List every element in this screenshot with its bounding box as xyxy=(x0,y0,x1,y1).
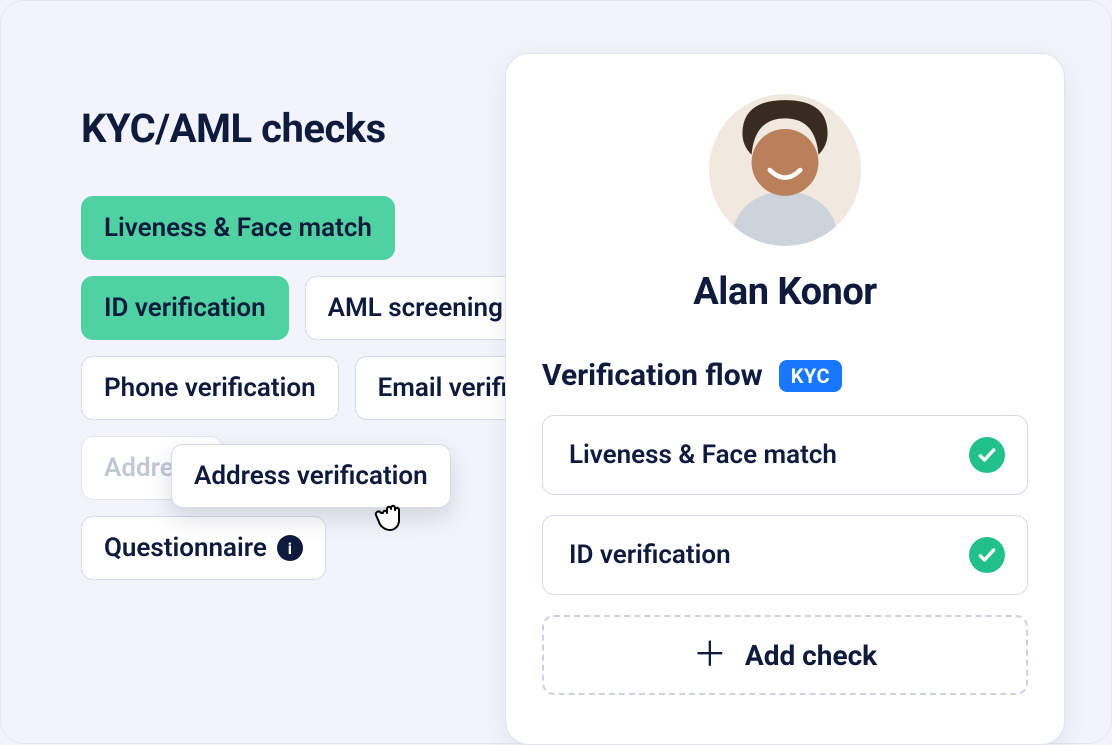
page-title: KYC/AML checks xyxy=(81,105,551,152)
avatar xyxy=(709,94,861,246)
info-icon: i xyxy=(277,535,303,561)
flow-badge-kyc: KYC xyxy=(779,360,842,392)
add-check-label: Add check xyxy=(745,639,877,672)
checkmark-icon xyxy=(969,537,1005,573)
plus-icon: ＋ xyxy=(693,638,727,672)
chip-questionnaire-label: Questionnaire xyxy=(104,533,267,563)
chip-aml-screening[interactable]: AML screening xyxy=(305,276,526,340)
checkmark-icon xyxy=(969,437,1005,473)
flow-item-label: ID verification xyxy=(569,540,731,570)
flow-item-liveness[interactable]: Liveness & Face match xyxy=(542,415,1028,495)
chip-liveness-face-match[interactable]: Liveness & Face match xyxy=(81,196,395,260)
chip-id-verification[interactable]: ID verification xyxy=(81,276,289,340)
chip-phone-verification[interactable]: Phone verification xyxy=(81,356,339,420)
chip-questionnaire[interactable]: Questionnaire i xyxy=(81,516,326,580)
verification-card: Alan Konor Verification flow KYC Livenes… xyxy=(505,53,1065,745)
flow-item-label: Liveness & Face match xyxy=(569,440,837,470)
user-name: Alan Konor xyxy=(542,270,1028,314)
chip-rows: Liveness & Face match ID verification AM… xyxy=(81,196,551,580)
add-check-button[interactable]: ＋ Add check xyxy=(542,615,1028,695)
flow-title: Verification flow xyxy=(542,358,763,393)
checks-palette: KYC/AML checks Liveness & Face match ID … xyxy=(81,105,551,580)
flow-item-id-verification[interactable]: ID verification xyxy=(542,515,1028,595)
grab-cursor-icon xyxy=(371,495,411,539)
flow-header: Verification flow KYC xyxy=(542,358,1028,393)
